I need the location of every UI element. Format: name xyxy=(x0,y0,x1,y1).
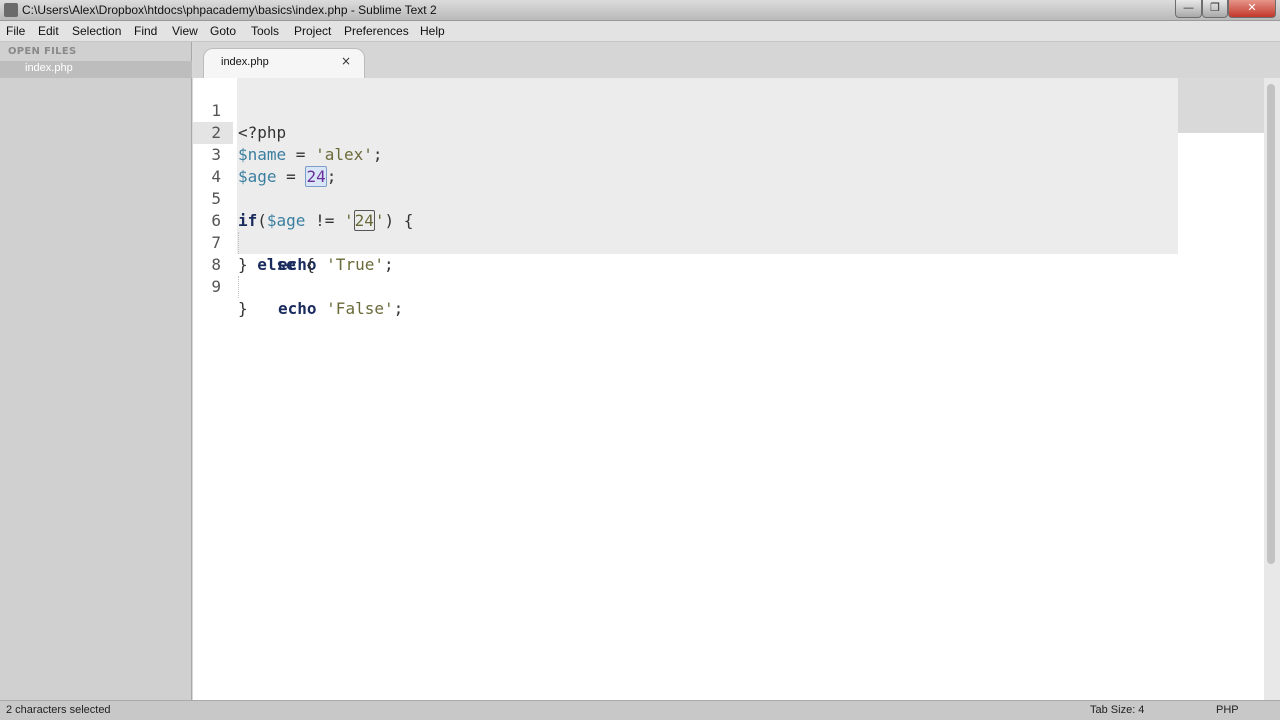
menu-edit[interactable]: Edit xyxy=(38,24,59,38)
menu-goto[interactable]: Goto xyxy=(210,24,236,38)
window-title: C:\Users\Alex\Dropbox\htdocs\phpacademy\… xyxy=(22,3,437,17)
code-line-2: 2 $name = 'alex'; xyxy=(193,100,1193,164)
code-line-9: 9 } xyxy=(193,254,1193,318)
token-punct: } xyxy=(238,299,248,318)
menu-tools[interactable]: Tools xyxy=(251,24,279,38)
sidebar: OPEN FILES index.php xyxy=(0,42,192,700)
maximize-button[interactable]: ❐ xyxy=(1202,0,1228,18)
sublime-app-icon xyxy=(4,3,18,17)
scrollbar-thumb[interactable] xyxy=(1267,84,1275,564)
selection-status: 2 characters selected xyxy=(6,704,111,716)
code-line-3: 3 $age = 24; xyxy=(193,122,1193,187)
sidebar-file-label: index.php xyxy=(25,62,73,74)
line-number: 9 xyxy=(211,277,221,296)
menu-view[interactable]: View xyxy=(172,24,198,38)
token-string: 'False' xyxy=(326,299,394,318)
token-punct: ; xyxy=(393,299,404,318)
tab-bar: index.php × xyxy=(193,42,1280,78)
menu-bar: File Edit Selection Find View Goto Tools… xyxy=(0,21,1280,42)
close-window-button[interactable]: ✕ xyxy=(1228,0,1276,18)
indent-guide xyxy=(238,276,239,298)
token-keyword: echo xyxy=(278,299,317,318)
vertical-scrollbar[interactable] xyxy=(1264,78,1280,700)
minimize-button[interactable]: — xyxy=(1175,0,1202,18)
menu-project[interactable]: Project xyxy=(294,24,331,38)
minimap-viewport[interactable] xyxy=(1178,78,1264,133)
menu-preferences[interactable]: Preferences xyxy=(344,24,409,38)
status-bar: 2 characters selected Tab Size: 4 PHP xyxy=(0,700,1280,720)
code-line-7: 7 } else { xyxy=(193,210,1193,274)
tab-size-selector[interactable]: Tab Size: 4 xyxy=(1090,704,1144,716)
title-bar: C:\Users\Alex\Dropbox\htdocs\phpacademy\… xyxy=(0,0,1280,21)
code-editor[interactable]: 1 <?php 2 $name = 'alex'; 3 $age = 24; 4… xyxy=(193,78,1264,700)
tab-index-php[interactable]: index.php × xyxy=(203,48,365,78)
code-line-4: 4 xyxy=(193,144,1193,186)
code-line-1: 1 <?php xyxy=(193,78,1193,142)
menu-file[interactable]: File xyxy=(6,24,25,38)
menu-selection[interactable]: Selection xyxy=(72,24,121,38)
code-line-8: 8 echo 'False'; xyxy=(193,232,1193,318)
code-line-6: 6 echo 'True'; xyxy=(193,188,1193,274)
code-line-5: 5 if($age != '24') { xyxy=(193,166,1193,231)
menu-help[interactable]: Help xyxy=(420,24,445,38)
tab-label: index.php xyxy=(221,56,269,68)
open-files-header: OPEN FILES xyxy=(8,46,77,57)
sidebar-file-index-php[interactable]: index.php xyxy=(0,61,192,78)
menu-find[interactable]: Find xyxy=(134,24,157,38)
syntax-selector[interactable]: PHP xyxy=(1216,704,1239,716)
tab-close-icon[interactable]: × xyxy=(341,54,351,68)
